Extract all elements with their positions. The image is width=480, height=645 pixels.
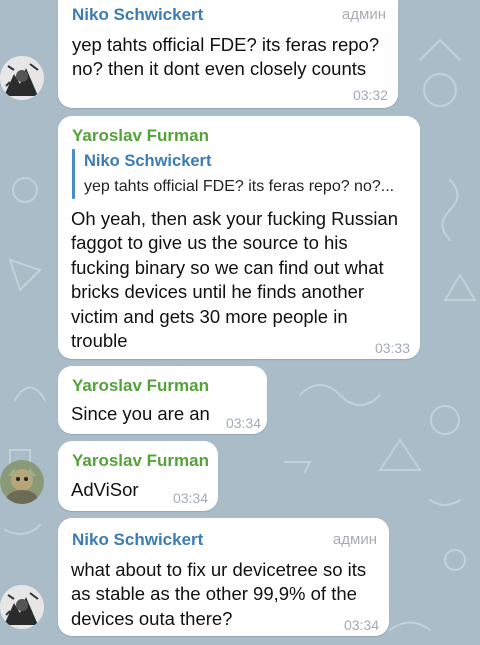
message-bubble-3[interactable]: Yaroslav Furman Since you are an 03:34 [58,366,267,434]
message-line: AdViSor [71,479,139,500]
avatar-image-icon [0,56,44,100]
message-line: devices outa there? [71,608,233,629]
message-line: trouble [71,330,128,351]
message-line: Oh yeah, then ask your fucking Russian [71,208,399,229]
reply-preview-text[interactable]: yep tahts official FDE? its feras repo? … [84,178,394,196]
message-time: 03:34 [172,490,208,506]
message-bubble-4[interactable]: Yaroslav Furman AdViSor 03:34 [58,441,218,511]
avatar-image-icon [0,460,44,504]
message-time: 03:32 [352,87,388,103]
message-line: Since you are an [71,403,210,424]
message-line: victim and gets 30 more people in [71,306,348,327]
message-time: 03:33 [374,340,410,356]
reply-sender-name[interactable]: Niko Schwickert [84,152,211,171]
sender-name[interactable]: Yaroslav Furman [72,126,209,146]
message-line: no? then it dont even closely counts [72,58,367,79]
sender-name[interactable]: Yaroslav Furman [72,451,209,471]
avatar-niko[interactable] [0,585,44,629]
sender-name[interactable]: Yaroslav Furman [72,376,209,396]
admin-badge: админ [332,531,377,548]
message-line: fucking binary so we can find out what [71,257,384,278]
avatar-image-icon [0,585,44,629]
message-time: 03:34 [225,415,261,431]
message-line: what about to fix ur devicetree so its [71,559,367,580]
message-line: faggot to give us the source to his [71,232,348,253]
message-line: bricks devices until he finds another [71,281,365,302]
message-bubble-2[interactable]: Yaroslav Furman Niko Schwickert yep taht… [58,116,420,359]
message-line: as stable as the other 99,9% of the [71,583,357,604]
admin-badge: админ [341,6,386,23]
sender-name[interactable]: Niko Schwickert [72,5,203,25]
sender-name[interactable]: Niko Schwickert [72,530,203,550]
reply-quote-bar [72,149,75,199]
avatar-niko[interactable] [0,56,44,100]
message-bubble-5[interactable]: Niko Schwickert админ what about to fix … [58,518,389,636]
message-bubble-1[interactable]: Niko Schwickert админ yep tahts official… [58,0,398,108]
message-line: yep tahts official FDE? its feras repo? [72,34,380,55]
avatar-yaroslav[interactable] [0,460,44,504]
message-time: 03:34 [343,617,379,633]
